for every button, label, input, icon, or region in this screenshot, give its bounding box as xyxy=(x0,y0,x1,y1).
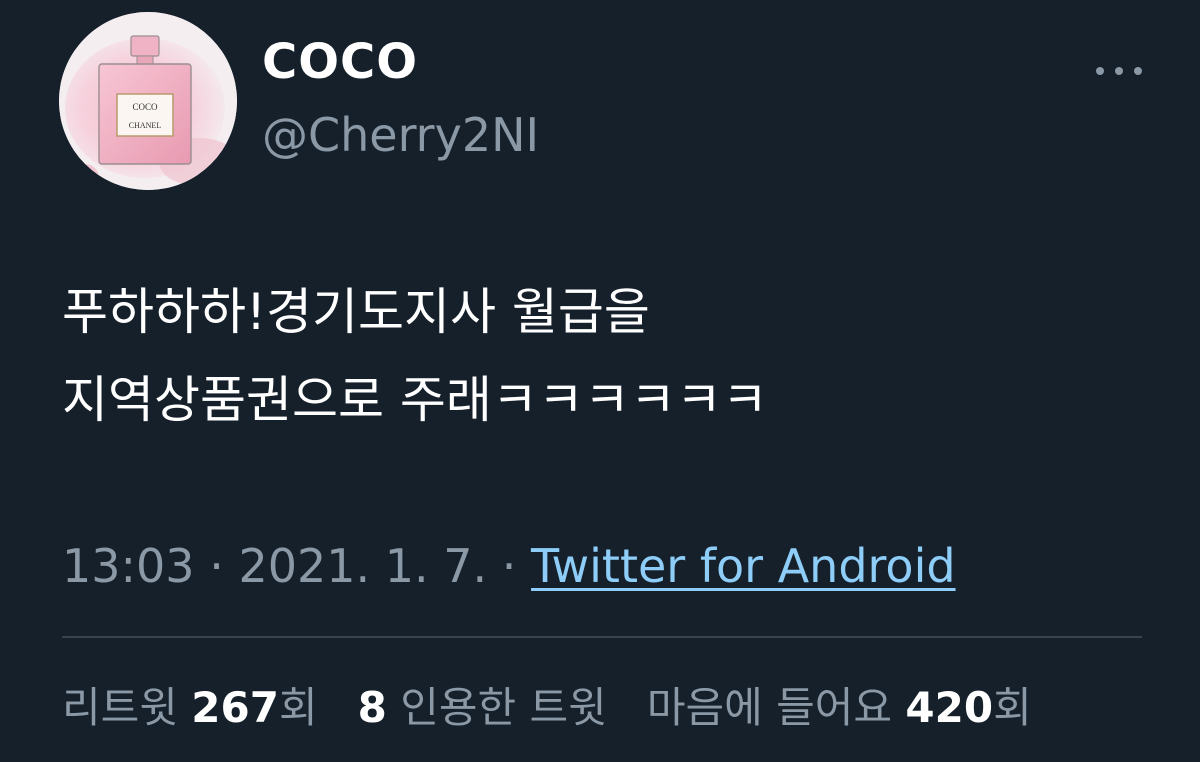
more-horizontal-icon-dot xyxy=(1134,67,1142,75)
svg-text:CHANEL: CHANEL xyxy=(129,121,162,130)
user-handle[interactable]: @Cherry2NI xyxy=(262,112,539,158)
likes-stat[interactable]: 마음에 들어요 420회 xyxy=(647,683,1032,732)
quotes-stat[interactable]: 8 인용한 트윗 xyxy=(358,683,607,732)
likes-suffix: 회 xyxy=(993,683,1032,732)
more-horizontal-icon-dot xyxy=(1115,67,1123,75)
perfume-bottle-illustration: COCO CHANEL xyxy=(59,12,237,190)
quotes-count: 8 xyxy=(357,683,387,732)
retweets-suffix: 회 xyxy=(278,683,318,732)
divider xyxy=(62,636,1142,638)
more-options-button[interactable] xyxy=(1092,56,1146,84)
more-horizontal-icon xyxy=(1096,67,1104,75)
retweets-count: 267 xyxy=(191,683,279,732)
retweets-stat[interactable]: 리트윗 267회 xyxy=(62,683,318,732)
tweet-time[interactable]: 13:03 xyxy=(62,539,195,593)
likes-label: 마음에 들어요 xyxy=(646,683,906,732)
meta-separator: · xyxy=(194,539,239,593)
display-name[interactable]: COCO xyxy=(262,38,418,86)
likes-count: 420 xyxy=(905,683,994,732)
quotes-label: 인용한 트윗 xyxy=(386,683,607,732)
tweet-text: 푸하하하!경기도지사 월급을 지역상품권으로 주래ㅋㅋㅋㅋㅋㅋ xyxy=(62,283,768,429)
tweet-detail: COCO CHANEL COCO @Cherry2NI 푸하하하!경기도지사 월… xyxy=(0,0,1200,762)
retweets-label: 리트윗 xyxy=(62,683,192,732)
tweet-date[interactable]: 2021. 1. 7. xyxy=(238,539,487,593)
tweet-source-link[interactable]: Twitter for Android xyxy=(531,539,956,593)
svg-text:COCO: COCO xyxy=(132,102,158,112)
tweet-meta: 13:03 · 2021. 1. 7. · Twitter for Androi… xyxy=(62,538,956,594)
tweet-stats: 리트윗 267회 8 인용한 트윗 마음에 들어요 420회 xyxy=(62,680,1032,736)
meta-separator: · xyxy=(487,539,532,593)
avatar[interactable]: COCO CHANEL xyxy=(59,12,237,190)
